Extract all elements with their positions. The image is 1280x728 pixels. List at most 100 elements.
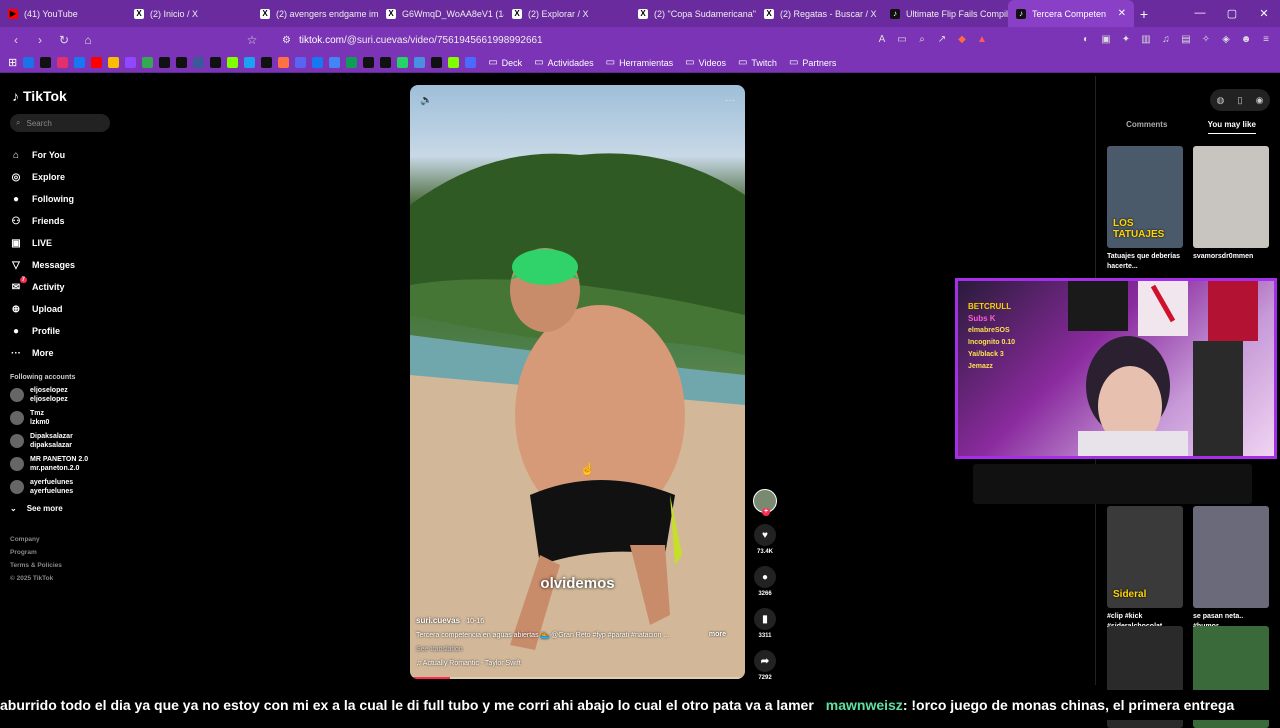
bookmark-favicon-icon[interactable] — [380, 57, 392, 68]
bookmark-favicon-icon[interactable] — [397, 57, 409, 68]
nav-item-friends[interactable]: ⚇ Friends — [10, 210, 110, 232]
following-account[interactable]: eljoselopez eljoselopez — [10, 386, 110, 404]
creator-avatar[interactable]: + — [753, 489, 777, 516]
footer-link[interactable]: Terms & Policies — [10, 559, 110, 572]
recommended-video[interactable]: svamorsdr0mmen — [1193, 146, 1269, 262]
bookmark-favicon-icon[interactable] — [108, 57, 120, 68]
bookmark-favicon-icon[interactable] — [227, 57, 239, 68]
video-player[interactable]: 🔈 ··· olvidemos suri.cuevas · 10-16 Terc… — [410, 85, 745, 679]
bookmark-folder[interactable]: ▭ Actividades — [534, 57, 593, 68]
new-tab-button[interactable]: + — [1134, 6, 1154, 22]
follow-plus-icon[interactable]: + — [762, 508, 770, 516]
browser-tab[interactable]: X (2) Regatas - Buscar / X — [756, 0, 882, 27]
bookmark-favicon-icon[interactable] — [91, 57, 103, 68]
close-window-icon[interactable]: ✕ — [1248, 7, 1280, 20]
nav-item-activity[interactable]: ✉ 7 Activity — [10, 276, 110, 298]
search-box[interactable]: ⌕ Search — [10, 114, 110, 132]
puzzle-icon[interactable]: ✦ — [1118, 32, 1134, 48]
menu-icon[interactable]: ≡ — [1258, 32, 1274, 48]
bookmark-folder[interactable]: ▭ Deck — [488, 57, 522, 68]
reload-icon[interactable]: ↻ — [54, 33, 74, 47]
wallet-icon[interactable]: ▤ — [1178, 32, 1194, 48]
tab-comments[interactable]: Comments — [1126, 120, 1167, 134]
bookmark-favicon-icon[interactable] — [448, 57, 460, 68]
see-more-button[interactable]: ⌄ See more — [10, 504, 110, 513]
more-link[interactable]: more — [709, 628, 726, 642]
bookmark-favicon-icon[interactable] — [431, 57, 443, 68]
bookmark-favicon-icon[interactable] — [244, 57, 256, 68]
bookmark-folder[interactable]: ▭ Videos — [685, 57, 726, 68]
nav-item-messages[interactable]: ▽ Messages — [10, 254, 110, 276]
leo-icon[interactable]: ✧ — [1198, 32, 1214, 48]
video-thumbnail[interactable]: LOS TATUAJES — [1107, 146, 1183, 248]
browser-tab[interactable]: ♪ Ultimate Flip Fails Compil — [882, 0, 1008, 27]
share-icon[interactable]: ↗ — [934, 32, 950, 48]
home-icon[interactable]: ⌂ — [78, 33, 98, 47]
nav-item-for-you[interactable]: ⌂ For You — [10, 144, 110, 166]
video-thumbnail[interactable] — [1193, 146, 1269, 248]
bookmark-favicon-icon[interactable] — [74, 57, 86, 68]
bookmark-favicon-icon[interactable] — [261, 57, 273, 68]
share-button[interactable]: ➦ — [754, 650, 776, 672]
browser-tab[interactable]: ♪ Tercera Competen ✕ — [1008, 0, 1134, 27]
extension-icon[interactable]: ▣ — [1098, 32, 1114, 48]
maximize-icon[interactable]: ▢ — [1216, 7, 1248, 20]
comment-button[interactable]: ● — [754, 566, 776, 588]
video-username[interactable]: suri.cuevas — [416, 616, 460, 625]
nav-item-more[interactable]: ··· More — [10, 342, 110, 364]
vpn-icon[interactable]: ◈ — [1218, 32, 1234, 48]
bookmark-favicon-icon[interactable] — [57, 57, 69, 68]
back-icon[interactable]: ‹ — [6, 33, 26, 47]
bookmark-icon[interactable]: ☆ — [242, 33, 262, 47]
bookmark-favicon-icon[interactable] — [278, 57, 290, 68]
site-info-icon[interactable]: ⚙ — [282, 35, 291, 46]
browser-tab[interactable]: X (2) avengers endgame ima — [252, 0, 378, 27]
video-progress-bar[interactable] — [410, 677, 745, 679]
alert-icon[interactable]: ▲ — [974, 32, 990, 48]
nav-item-explore[interactable]: ◎ Explore — [10, 166, 110, 188]
bookmark-folder[interactable]: ▭ Twitch — [738, 57, 777, 68]
nav-item-upload[interactable]: ⊕ Upload — [10, 298, 110, 320]
video-thumbnail[interactable]: Sideral — [1107, 506, 1183, 608]
bookmark-favicon-icon[interactable] — [346, 57, 358, 68]
bookmark-favicon-icon[interactable] — [465, 57, 477, 68]
screen-icon[interactable]: ▭ — [894, 32, 910, 48]
nav-item-live[interactable]: ▣ LIVE — [10, 232, 110, 254]
video-thumbnail[interactable] — [1193, 506, 1269, 608]
translate-icon[interactable]: A — [874, 32, 890, 48]
browser-tab[interactable]: X (2) Inicio / X — [126, 0, 252, 27]
footer-link[interactable]: Program — [10, 546, 110, 559]
volume-icon[interactable]: 🔈 — [420, 95, 432, 106]
bookmark-favicon-icon[interactable] — [193, 57, 205, 68]
tiktok-logo[interactable]: ♪ TikTok — [12, 88, 110, 104]
bookmark-folder[interactable]: ▭ Partners — [789, 57, 836, 68]
extension-icon[interactable]: ◐ — [1078, 32, 1094, 48]
zoom-icon[interactable]: ⌕ — [914, 32, 930, 48]
bookmark-favicon-icon[interactable] — [312, 57, 324, 68]
recommended-video[interactable]: LOS TATUAJES Tatuajes que deberías hacert… — [1107, 146, 1183, 272]
bookmark-favicon-icon[interactable] — [159, 57, 171, 68]
browser-tab[interactable]: X (2) Explorar / X — [504, 0, 630, 27]
bookmark-favicon-icon[interactable] — [142, 57, 154, 68]
profile-icon[interactable]: ☻ — [1238, 32, 1254, 48]
browser-tab[interactable]: X G6WmqD_WoAA8eV1 (14 — [378, 0, 504, 27]
sidebar-icon[interactable]: ▥ — [1138, 32, 1154, 48]
close-icon[interactable]: ✕ — [1118, 8, 1126, 19]
following-account[interactable]: Tmz lzkm0 — [10, 409, 110, 427]
bookmark-favicon-icon[interactable] — [176, 57, 188, 68]
brave-shield-icon[interactable]: ◆ — [954, 32, 970, 48]
footer-link[interactable]: Company — [10, 533, 110, 546]
bookmark-favicon-icon[interactable] — [295, 57, 307, 68]
save-button[interactable]: ▮ — [754, 608, 776, 630]
following-account[interactable]: Dipaksalazar dipaksalazar — [10, 432, 110, 450]
bookmark-favicon-icon[interactable] — [125, 57, 137, 68]
url-field[interactable]: ⚙ tiktok.com/@suri.cuevas/video/75619456… — [282, 35, 870, 46]
bookmark-favicon-icon[interactable] — [210, 57, 222, 68]
nav-item-profile[interactable]: ● Profile — [10, 320, 110, 342]
settings-icon[interactable]: ◍ — [1217, 95, 1225, 106]
bookmark-favicon-icon[interactable] — [363, 57, 375, 68]
following-account[interactable]: ayerfuelunes ayerfuelunes — [10, 478, 110, 496]
bookmark-favicon-icon[interactable] — [40, 57, 52, 68]
bookmark-favicon-icon[interactable] — [329, 57, 341, 68]
user-avatar[interactable]: ◉ — [1256, 95, 1264, 106]
